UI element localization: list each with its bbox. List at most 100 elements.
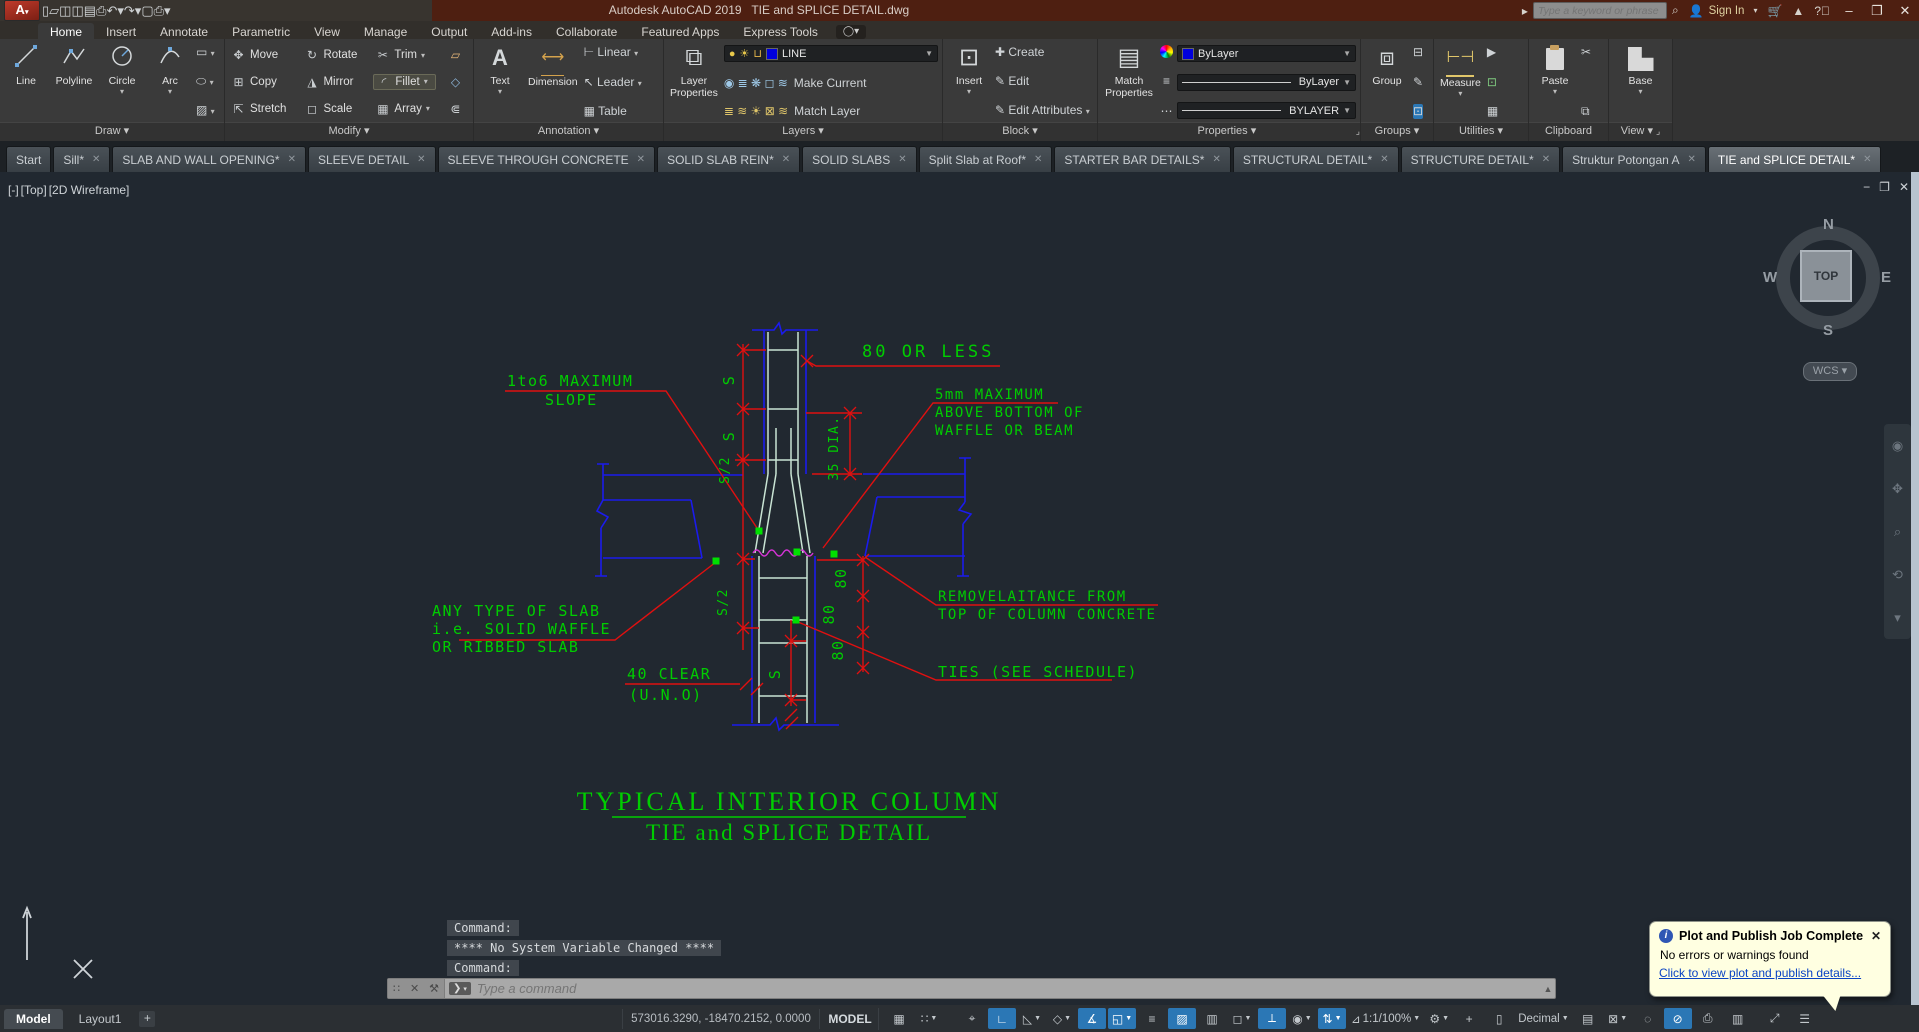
panel-label-utilities[interactable]: Utilities ▾: [1434, 122, 1528, 141]
panel-label-block[interactable]: Block ▾: [943, 122, 1097, 141]
insert-button[interactable]: ⊡ Insert ▾: [947, 42, 991, 122]
object-color-dropdown[interactable]: ByLayer ▼: [1177, 45, 1356, 62]
status-toggle-dynamic-input[interactable]: ⌖: [958, 1008, 986, 1029]
file-tab-close-icon[interactable]: ✕: [1688, 154, 1696, 165]
circle-button[interactable]: Circle ▾: [100, 42, 144, 122]
scale-button[interactable]: ◻ Scale: [302, 102, 363, 116]
model-space-canvas[interactable]: 1to6 MAXIMUM SLOPE 80 OR LESS 5mm MAXIMU…: [0, 172, 1919, 1005]
panel-label-properties[interactable]: Properties ▾ ⌟: [1098, 122, 1360, 141]
linear-button[interactable]: ⊢ Linear ▾: [584, 45, 642, 61]
viewcube-north[interactable]: N: [1823, 216, 1834, 233]
undo-icon[interactable]: ↶: [106, 3, 117, 18]
file-tab-close-icon[interactable]: ✕: [1863, 154, 1871, 165]
notification-close-icon[interactable]: ✕: [1871, 929, 1881, 943]
status-toggle-units[interactable]: Decimal ▼: [1515, 1008, 1571, 1029]
color-wheel-icon[interactable]: [1160, 45, 1173, 58]
viewcube-south[interactable]: S: [1823, 322, 1833, 339]
panel-label-clipboard[interactable]: Clipboard: [1529, 122, 1608, 141]
viewport-view-control[interactable]: [Top]: [21, 183, 47, 197]
viewport-visual-style-control[interactable]: [2D Wireframe]: [49, 183, 130, 197]
right-palette-strip[interactable]: [1911, 172, 1919, 1005]
quick-select-icon[interactable]: ▶: [1487, 45, 1498, 60]
status-toggle-object-snap[interactable]: ◱ ▼: [1108, 1008, 1136, 1029]
status-toggle-quick-properties[interactable]: ▤: [1574, 1008, 1602, 1029]
file-tab-close-icon[interactable]: ✕: [782, 154, 790, 165]
select-similar-icon[interactable]: ⊡: [1487, 75, 1498, 90]
status-toggle-annotation-scale[interactable]: ⊿ 1:1/100% ▼: [1348, 1008, 1423, 1029]
file-tab[interactable]: Start: [6, 146, 52, 172]
make-current-button[interactable]: Make Current: [794, 76, 867, 91]
match-layer-button[interactable]: Match Layer: [794, 104, 860, 119]
file-tab[interactable]: Sill* ✕: [53, 146, 111, 172]
redo-icon[interactable]: ↷: [124, 3, 135, 18]
status-toggle-grid[interactable]: ▦: [885, 1008, 913, 1029]
file-tab[interactable]: SLEEVE THROUGH CONCRETE ✕: [437, 146, 656, 172]
create-block-button[interactable]: ✚ Create: [995, 45, 1090, 60]
layer-tool-icons-row1[interactable]: ◉ ≣ ❋ ◻ ≋: [724, 76, 788, 91]
array-button[interactable]: ▦ Array ▾: [373, 102, 436, 116]
file-tab[interactable]: SOLID SLABS ✕: [802, 146, 917, 172]
pan-icon[interactable]: ✥: [1892, 481, 1903, 497]
search-icon[interactable]: ⌕: [1672, 3, 1679, 18]
orbit-icon[interactable]: ⟲: [1892, 567, 1903, 583]
panel-label-view[interactable]: View ▾ ⌟: [1609, 122, 1672, 141]
file-tab[interactable]: Struktur Potongan A ✕: [1562, 146, 1706, 172]
erase-button[interactable]: ▱: [446, 48, 469, 62]
status-toggle-clean-screen[interactable]: ⤢: [1761, 1008, 1789, 1029]
viewcube-top-face[interactable]: TOP: [1800, 250, 1852, 302]
line-button[interactable]: Line: [4, 42, 48, 122]
command-customize-icon[interactable]: ⚒: [429, 982, 439, 995]
new-layout-button[interactable]: +: [139, 1010, 156, 1027]
layer-unlock-icon[interactable]: ⊔: [753, 47, 762, 60]
navigation-wheel-icon[interactable]: ◉: [1892, 438, 1903, 454]
file-tab-close-icon[interactable]: ✕: [1034, 154, 1042, 165]
copy-button[interactable]: ⊞ Copy: [229, 75, 292, 89]
save-icon[interactable]: ◫: [59, 3, 71, 18]
file-tab-close-icon[interactable]: ✕: [1212, 154, 1220, 165]
file-tab[interactable]: STRUCTURAL DETAIL* ✕: [1232, 146, 1399, 172]
command-prompt-icon[interactable]: ❯ ▾: [449, 982, 471, 995]
viewcube-east[interactable]: E: [1881, 269, 1891, 286]
command-scroll-up-icon[interactable]: ▲: [1541, 984, 1555, 994]
dimension-button[interactable]: ⟷ Dimension: [526, 42, 580, 122]
lineweight-icon[interactable]: ⋯: [1161, 104, 1173, 119]
status-toggle-graphics-performance[interactable]: ⊘: [1663, 1008, 1692, 1029]
polyline-button[interactable]: Polyline: [52, 42, 96, 122]
rectangle-tool-icon[interactable]: ▭ ▾: [196, 45, 215, 61]
table-button[interactable]: ▦ Table: [584, 104, 642, 119]
autocad-logo-icon[interactable]: A▾: [4, 0, 40, 21]
stretch-button[interactable]: ⇱ Stretch: [229, 102, 292, 116]
linetype-icon[interactable]: ≡: [1163, 74, 1170, 89]
command-input[interactable]: [474, 980, 1541, 997]
status-toggle-import-notify[interactable]: ▥: [1724, 1008, 1752, 1029]
file-tab[interactable]: SOLID SLAB REIN* ✕: [657, 146, 801, 172]
save-as-icon[interactable]: ◫: [71, 3, 83, 18]
status-toggle-lock-ui[interactable]: ⊠ ▼: [1604, 1008, 1632, 1029]
cut-icon[interactable]: ✂: [1581, 45, 1591, 60]
model-tab[interactable]: Model: [4, 1008, 63, 1029]
ungroup-icon[interactable]: ⊟: [1413, 45, 1423, 60]
status-toggle-3d-object-snap[interactable]: ◻ ▼: [1228, 1008, 1256, 1029]
file-tab[interactable]: STRUCTURE DETAIL* ✕: [1400, 146, 1561, 172]
model-space-badge[interactable]: MODEL: [822, 1007, 879, 1030]
navbar-more-icon[interactable]: ▾: [1894, 610, 1901, 626]
offset-button[interactable]: ⋐: [446, 102, 469, 116]
drawing-restore-icon[interactable]: ❐: [1879, 180, 1890, 194]
file-tab-close-icon[interactable]: ✕: [288, 154, 296, 165]
file-tab-close-icon[interactable]: ✕: [637, 154, 645, 165]
file-tab-close-icon[interactable]: ✕: [92, 154, 100, 165]
file-tab[interactable]: SLEEVE DETAIL ✕: [307, 146, 436, 172]
close-button[interactable]: ✕: [1891, 0, 1919, 21]
command-close-icon[interactable]: ✕: [410, 982, 419, 995]
search-collapse-icon[interactable]: ▸: [1522, 4, 1528, 18]
leader-button[interactable]: ↖ Leader ▾: [584, 75, 642, 91]
layer-properties-button[interactable]: ⧉ Layer Properties: [668, 42, 720, 122]
fillet-button[interactable]: ◜ Fillet ▾: [373, 73, 436, 90]
status-toggle-customize-menu[interactable]: ☰: [1791, 1008, 1819, 1029]
print-icon[interactable]: ⎙: [96, 3, 106, 18]
status-toggle-isodraft[interactable]: ◇ ▼: [1048, 1008, 1076, 1029]
group-select-icon[interactable]: ⊡: [1413, 104, 1424, 119]
drag-handle-icon[interactable]: ∷: [393, 982, 400, 995]
status-toggle-transparency[interactable]: ▨: [1168, 1008, 1196, 1029]
help-icon[interactable]: ?⃝: [1814, 4, 1830, 18]
